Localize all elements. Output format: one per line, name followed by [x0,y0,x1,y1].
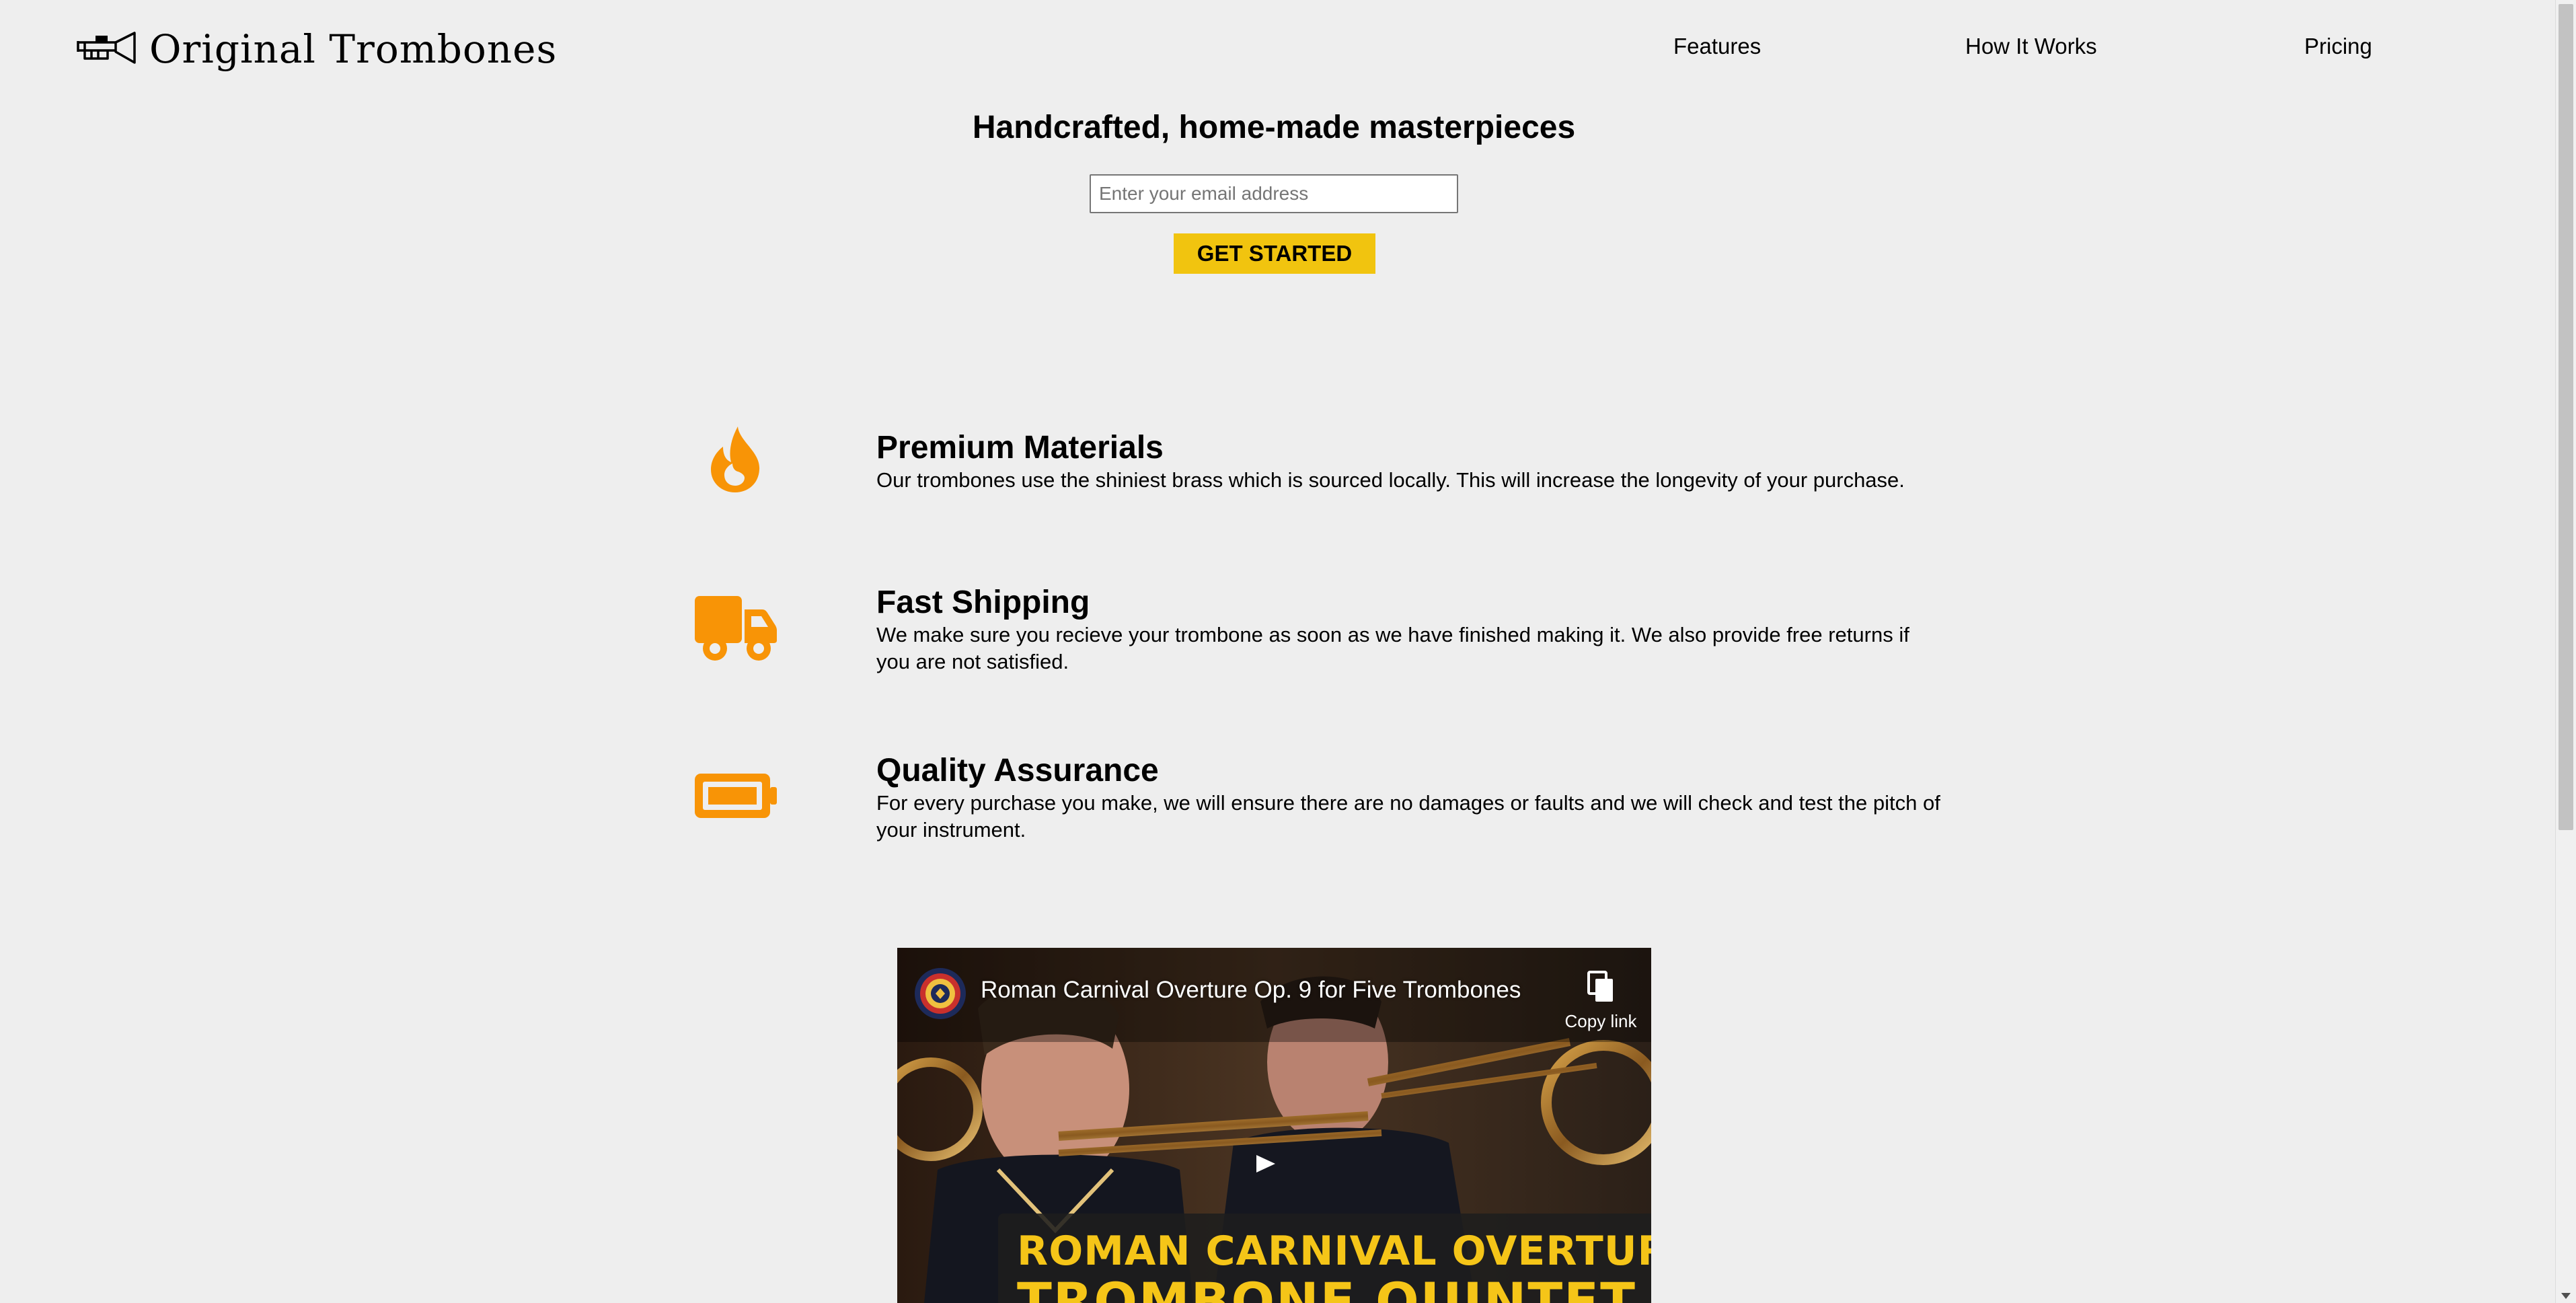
nav-link-features[interactable]: Features [1673,35,1761,57]
scrollbar[interactable] [2555,0,2576,1303]
play-icon[interactable] [1235,1143,1294,1185]
video-banner: ROMAN CARNIVAL OVERTURE TROMBONE QUINTET [998,1214,1651,1303]
banner-line-2: TROMBONE QUINTET [1017,1271,1636,1303]
battery-icon [695,774,777,818]
banner-line-1: ROMAN CARNIVAL OVERTURE [1017,1228,1651,1275]
logo-link[interactable]: Original Trombones [75,24,557,74]
copy-link-label: Copy link [1564,1011,1637,1031]
copy-link-button[interactable]: Copy link [1559,952,1642,1031]
trombone-logo-icon [77,32,136,64]
nav-link-how-it-works[interactable]: How It Works [1965,35,2097,57]
truck-icon [695,596,777,661]
feature-text-quality-assurance: For every purchase you make, we will ens… [876,791,1940,842]
feature-title-premium-materials: Premium Materials [876,430,1164,466]
logo-text: Original Trombones [149,26,558,72]
email-input[interactable] [1090,174,1458,213]
feature-text-premium-materials: Our trombones use the shiniest brass whi… [876,468,1905,492]
video-embed[interactable]: Roman Carnival Overture Op. 9 for Five T… [897,948,1651,1303]
feature-text-fast-shipping: We make sure you recieve your trombone a… [876,623,1909,673]
feature-title-fast-shipping: Fast Shipping [876,585,1090,620]
scroll-down-arrow-icon[interactable] [2561,1293,2571,1299]
video-title[interactable]: Roman Carnival Overture Op. 9 for Five T… [981,976,1521,1004]
feature-title-quality-assurance: Quality Assurance [876,753,1159,788]
nav-link-pricing[interactable]: Pricing [2304,35,2372,57]
scrollbar-thumb[interactable] [2559,4,2573,830]
site-header: Original Trombones Features How It Works… [0,0,2556,101]
copy-icon [1587,971,1613,1002]
fire-icon [711,426,760,492]
get-started-button[interactable]: GET STARTED [1174,233,1375,274]
channel-avatar-icon [915,968,966,1019]
page: Original Trombones Features How It Works… [0,0,2576,1303]
hero-title: Handcrafted, home-made masterpieces [972,110,1576,145]
